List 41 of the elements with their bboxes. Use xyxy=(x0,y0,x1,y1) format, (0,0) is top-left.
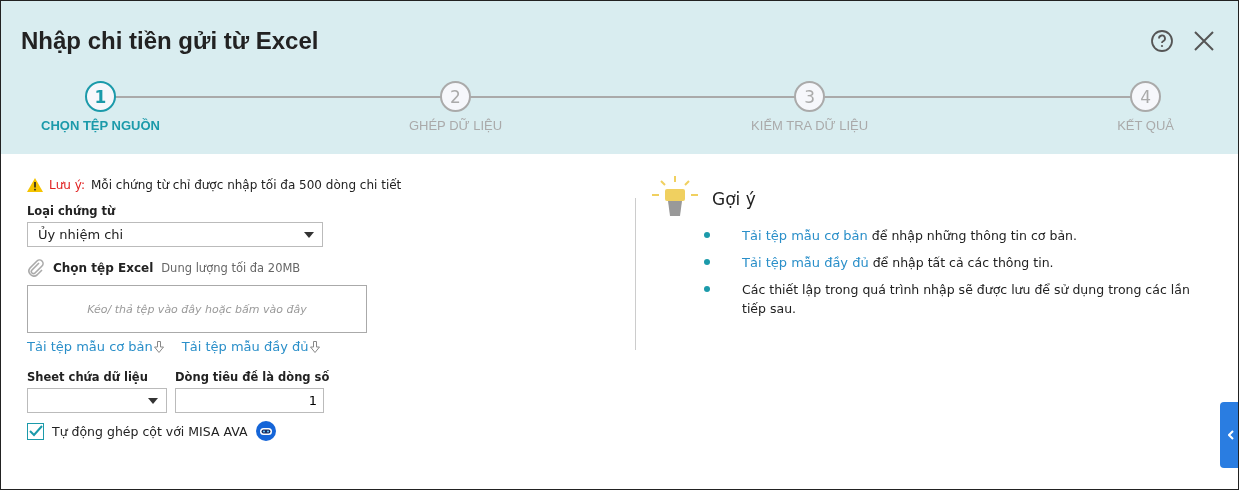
window-title: Nhập chi tiền gửi từ Excel xyxy=(21,27,319,55)
step-label: CHỌN TỆP NGUỒN xyxy=(41,118,160,133)
collapse-tab[interactable] xyxy=(1220,402,1238,468)
warning-icon xyxy=(27,178,43,192)
notice-label: Lưu ý: xyxy=(49,178,85,192)
chevron-left-icon xyxy=(1228,430,1234,440)
hint-text: Các thiết lập trong quá trình nhập sẽ được lưu để sử dụng trong các lần tiếp sau. xyxy=(742,281,1191,318)
hint-text: Tải tệp mẫu đầy đủ để nhập tất cả các thông tin. xyxy=(742,254,1055,272)
file-label: Chọn tệp Excel xyxy=(53,261,154,275)
voucher-type-dropdown[interactable]: Ủy nhiệm chi xyxy=(27,222,323,247)
notice-text: Mỗi chứng từ chỉ được nhập tối đa 500 dòng chi tiết xyxy=(91,178,402,192)
step-circle[interactable]: 3 xyxy=(794,81,826,112)
download-icon xyxy=(309,340,320,353)
step-circle[interactable]: 1 xyxy=(84,81,116,112)
header-row-input[interactable]: 1 xyxy=(175,388,324,413)
download-icon xyxy=(153,340,164,353)
step-circle[interactable]: 2 xyxy=(440,81,471,112)
download-link[interactable]: Tải tệp mẫu cơ bản xyxy=(27,339,164,354)
step-label: KẾT QUẢ xyxy=(1117,118,1174,133)
field-label: Sheet chứa dữ liệu xyxy=(27,370,149,384)
robot-icon xyxy=(255,421,276,441)
download-link[interactable]: Tải tệp mẫu đầy đủ xyxy=(742,255,869,270)
help-icon[interactable] xyxy=(1150,29,1174,53)
file-size-hint: Dung lượng tối đa 20MB xyxy=(161,261,301,275)
sheet-dropdown[interactable] xyxy=(27,388,167,413)
field-label: Loại chứng từ xyxy=(27,204,117,218)
download-link[interactable]: Tải tệp mẫu cơ bản xyxy=(742,228,868,243)
file-dropzone[interactable]: Kéo/ thả tệp vào đây hoặc bấm vào đây xyxy=(27,285,367,333)
step-label: GHÉP DỮ LIỆU xyxy=(408,118,503,133)
step-label: KIỂM TRA DỮ LIỆU xyxy=(751,118,869,133)
caret-icon xyxy=(148,397,158,404)
hint-title: Gợi ý xyxy=(712,189,756,209)
close-icon[interactable] xyxy=(1194,31,1214,51)
download-link[interactable]: Tải tệp mẫu đầy đủ xyxy=(181,339,320,354)
hint-text: Tải tệp mẫu cơ bản để nhập những thông tin cơ bản. xyxy=(742,227,1078,245)
checkbox-label: Tự động ghép cột với MISA AVA xyxy=(52,423,248,439)
field-label: Dòng tiêu đề là dòng số xyxy=(175,370,330,384)
caret-icon xyxy=(304,231,314,238)
checkbox[interactable] xyxy=(27,422,44,440)
step-circle[interactable]: 4 xyxy=(1130,81,1162,112)
paperclip-icon xyxy=(27,259,45,277)
